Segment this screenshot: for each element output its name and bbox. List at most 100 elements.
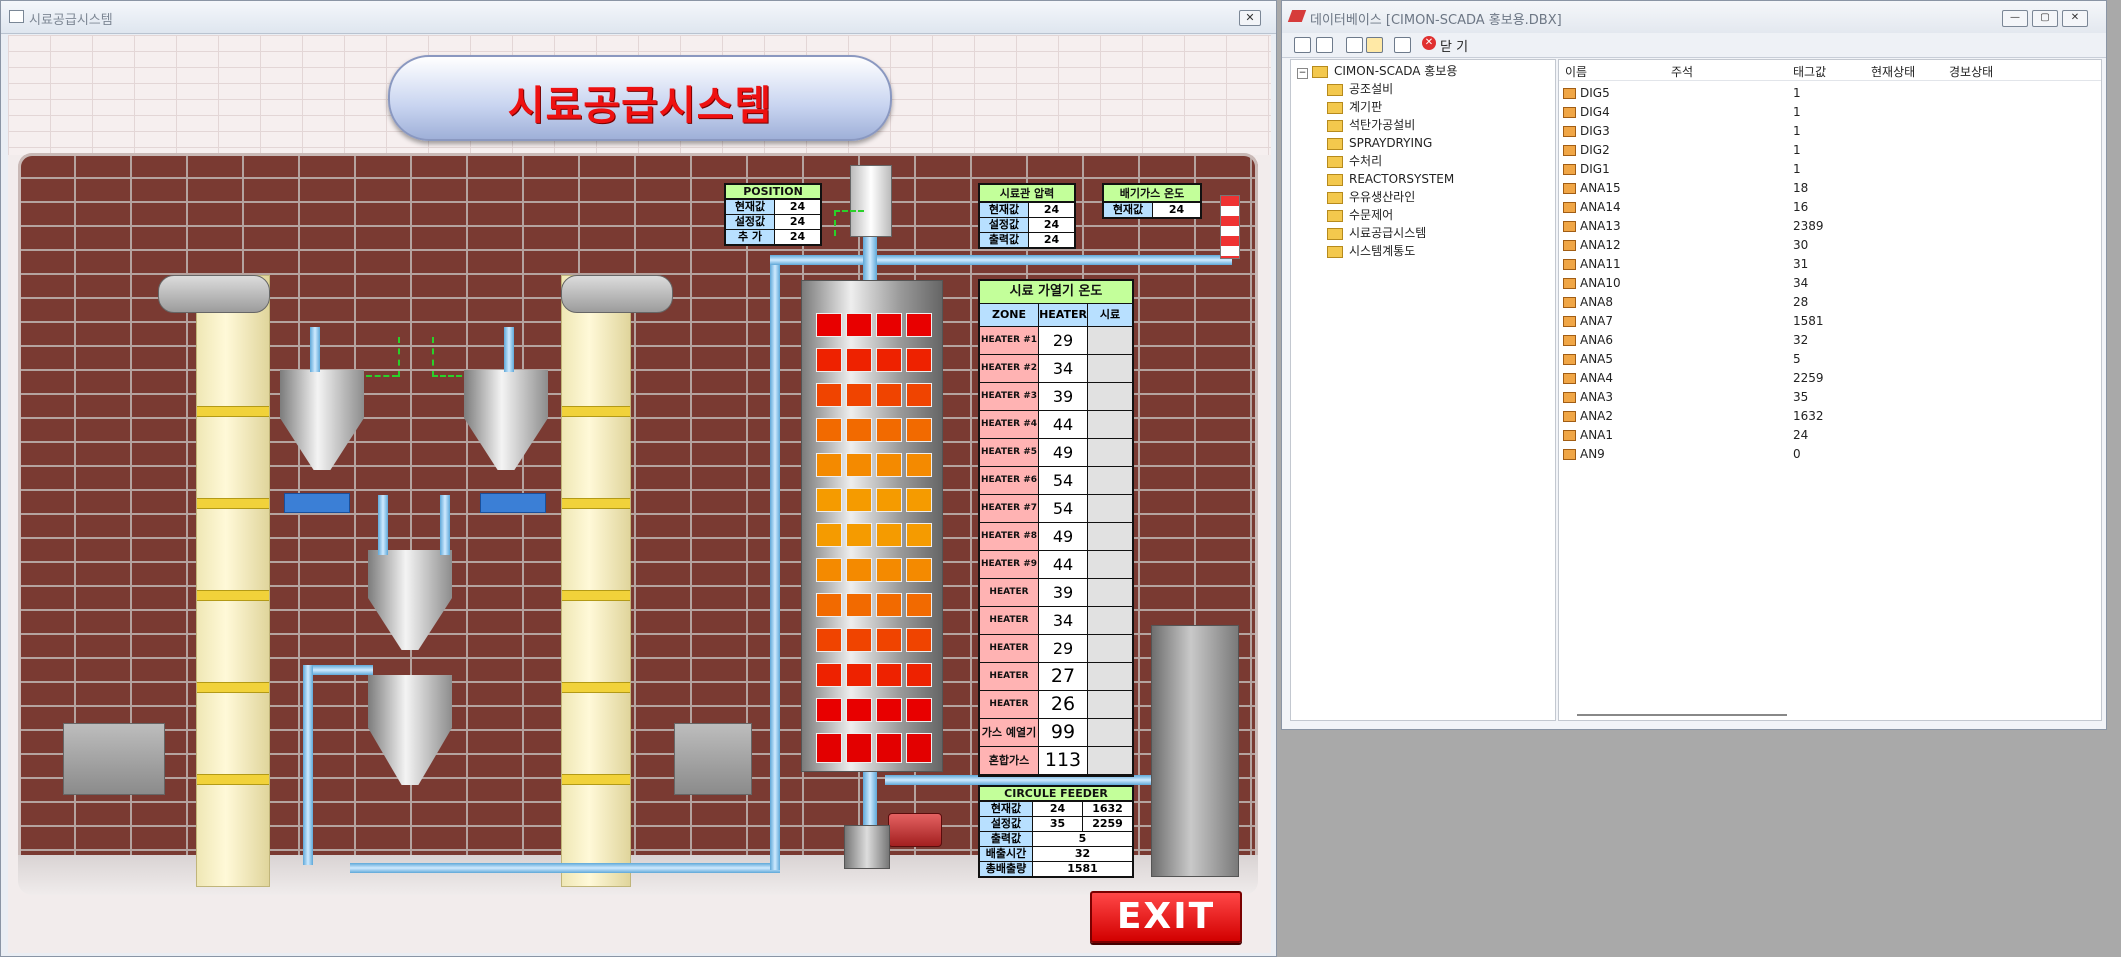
feeder-row-value-2: 2259 bbox=[1082, 817, 1132, 831]
heater-element bbox=[846, 698, 872, 722]
tag-row[interactable]: ANA5 5 bbox=[1563, 350, 2083, 369]
col-name[interactable]: 이름 bbox=[1565, 63, 1587, 80]
maximize-button[interactable]: ▢ bbox=[2032, 10, 2058, 27]
tree-item[interactable]: 공조설비 bbox=[1327, 80, 1393, 98]
tag-value: 1 bbox=[1793, 162, 1801, 176]
heater-temp-value: 34 bbox=[1039, 607, 1088, 634]
heater-temp-value: 27 bbox=[1039, 663, 1088, 690]
tree-root-label: CIMON-SCADA 홍보용 bbox=[1334, 64, 1458, 78]
close-db-icon[interactable]: ✕ bbox=[1422, 36, 1436, 50]
heater-zone-label: HEATER #13 bbox=[980, 663, 1039, 708]
tree-item[interactable]: 시스템계통도 bbox=[1327, 242, 1415, 260]
tag-row[interactable]: DIG2 1 bbox=[1563, 141, 2083, 160]
heater-element bbox=[906, 628, 932, 652]
tag-name: ANA2 bbox=[1580, 409, 1614, 423]
tree-item[interactable]: 계기판 bbox=[1327, 98, 1382, 116]
heater-element bbox=[846, 558, 872, 582]
tag-row[interactable]: ANA6 32 bbox=[1563, 331, 2083, 350]
scale-right bbox=[480, 493, 546, 513]
collapse-icon[interactable]: − bbox=[1297, 68, 1308, 79]
tag-row[interactable]: ANA3 35 bbox=[1563, 388, 2083, 407]
folder-icon bbox=[1312, 65, 1328, 78]
col-heater: HEATER bbox=[1039, 304, 1088, 326]
heater-element bbox=[816, 523, 842, 547]
heater-row: HEATER #1426 bbox=[980, 691, 1132, 736]
tag-row[interactable]: DIG1 1 bbox=[1563, 160, 2083, 179]
heater-element bbox=[876, 453, 902, 477]
tree-item-label: 석탄가공설비 bbox=[1349, 118, 1416, 132]
database-window-title: 데이터베이스 [CIMON-SCADA 홍보용.DBX] bbox=[1310, 13, 1562, 28]
panel-row-label: 현재값 bbox=[726, 200, 775, 214]
col-tag-value[interactable]: 태그값 bbox=[1793, 63, 1826, 80]
heater-zone-label: HEATER #14 bbox=[980, 691, 1039, 736]
tree-item-label: 수문제어 bbox=[1349, 208, 1394, 222]
heater-zone-label: HEATER #10 bbox=[980, 579, 1039, 624]
tag-value: 2259 bbox=[1793, 371, 1824, 385]
tag-row[interactable]: ANA7 1581 bbox=[1563, 312, 2083, 331]
tag-name: DIG2 bbox=[1580, 143, 1610, 157]
tag-row[interactable]: ANA1 24 bbox=[1563, 426, 2083, 445]
elevator-head-left bbox=[158, 275, 270, 313]
tag-row[interactable]: AN9 0 bbox=[1563, 445, 2083, 464]
minimize-button[interactable]: — bbox=[2002, 10, 2028, 27]
tag-row[interactable]: ANA8 28 bbox=[1563, 293, 2083, 312]
tag-icon bbox=[1563, 126, 1576, 137]
tag-row[interactable]: DIG3 1 bbox=[1563, 122, 2083, 141]
comment-icon[interactable] bbox=[1366, 37, 1383, 53]
pipe bbox=[504, 327, 514, 372]
heater-temp-value: 54 bbox=[1039, 495, 1088, 522]
tag-row[interactable]: ANA2 1632 bbox=[1563, 407, 2083, 426]
close-db-button[interactable]: 닫 기 bbox=[1440, 36, 1468, 55]
open-icon[interactable] bbox=[1294, 37, 1311, 53]
tag-row[interactable]: ANA10 34 bbox=[1563, 274, 2083, 293]
tag-row[interactable]: DIG5 1 bbox=[1563, 84, 2083, 103]
heater-row: HEATER #1039 bbox=[980, 579, 1132, 624]
panel-row-label: 추 가 bbox=[726, 230, 775, 244]
feeder-row-value: 32 bbox=[1074, 847, 1091, 860]
tag-value: 34 bbox=[1793, 276, 1809, 290]
heater-element bbox=[906, 418, 932, 442]
search-icon[interactable] bbox=[1316, 37, 1333, 53]
horizontal-scrollbar[interactable] bbox=[1577, 714, 1787, 716]
col-alarm-state[interactable]: 경보상태 bbox=[1949, 63, 1993, 80]
heater-element bbox=[816, 383, 842, 407]
tree-item[interactable]: 석탄가공설비 bbox=[1327, 116, 1415, 134]
tag-row[interactable]: ANA4 2259 bbox=[1563, 369, 2083, 388]
tree-item[interactable]: 시료공급시스템 bbox=[1327, 224, 1426, 242]
panel-row-label: 설정값 bbox=[980, 218, 1029, 232]
tree-item[interactable]: 수처리 bbox=[1327, 152, 1382, 170]
page-title: 시료공급시스템 bbox=[507, 83, 773, 129]
heater-row: HEATER #7 54 bbox=[980, 495, 1132, 523]
col-comment[interactable]: 주석 bbox=[1671, 63, 1693, 80]
panel-row-label: 현재값 bbox=[1104, 203, 1153, 217]
tag-row[interactable]: ANA15 18 bbox=[1563, 179, 2083, 198]
tag-icon bbox=[1563, 164, 1576, 175]
heater-element bbox=[816, 698, 842, 722]
col-current-state[interactable]: 현재상태 bbox=[1871, 63, 1915, 80]
tree-item[interactable]: 수문제어 bbox=[1327, 206, 1393, 224]
tag-row[interactable]: ANA13 2389 bbox=[1563, 217, 2083, 236]
tag-row[interactable]: ANA12 30 bbox=[1563, 236, 2083, 255]
tag-name: ANA7 bbox=[1580, 314, 1614, 328]
tag-icon bbox=[1563, 240, 1576, 251]
heater-element bbox=[876, 698, 902, 722]
heater-row: HEATER #4 44 bbox=[980, 411, 1132, 439]
close-button[interactable]: ✕ bbox=[2062, 10, 2088, 27]
tag-value: 1 bbox=[1793, 124, 1801, 138]
database-window: 데이터베이스 [CIMON-SCADA 홍보용.DBX] — ▢ ✕ ✕ 닫 기… bbox=[1281, 0, 2107, 730]
sample-temp-value bbox=[1088, 439, 1132, 466]
close-button[interactable]: ✕ bbox=[1239, 10, 1261, 26]
tree-root[interactable]: − CIMON-SCADA 홍보용 bbox=[1297, 62, 1457, 80]
tag-row[interactable]: DIG4 1 bbox=[1563, 103, 2083, 122]
export-icon[interactable] bbox=[1394, 37, 1411, 53]
tree-item[interactable]: REACTORSYSTEM bbox=[1327, 170, 1454, 188]
tree-item[interactable]: SPRAYDRYING bbox=[1327, 134, 1432, 152]
tag-row[interactable]: ANA14 16 bbox=[1563, 198, 2083, 217]
heater-row: HEATER #6 54 bbox=[980, 467, 1132, 495]
view-icon[interactable] bbox=[1346, 37, 1363, 53]
heater-element bbox=[846, 313, 872, 337]
tag-row[interactable]: ANA11 31 bbox=[1563, 255, 2083, 274]
tree-item[interactable]: 우유생산라인 bbox=[1327, 188, 1415, 206]
panel-row-value: 24 bbox=[789, 215, 806, 228]
exit-button[interactable]: EXIT bbox=[1090, 891, 1242, 943]
